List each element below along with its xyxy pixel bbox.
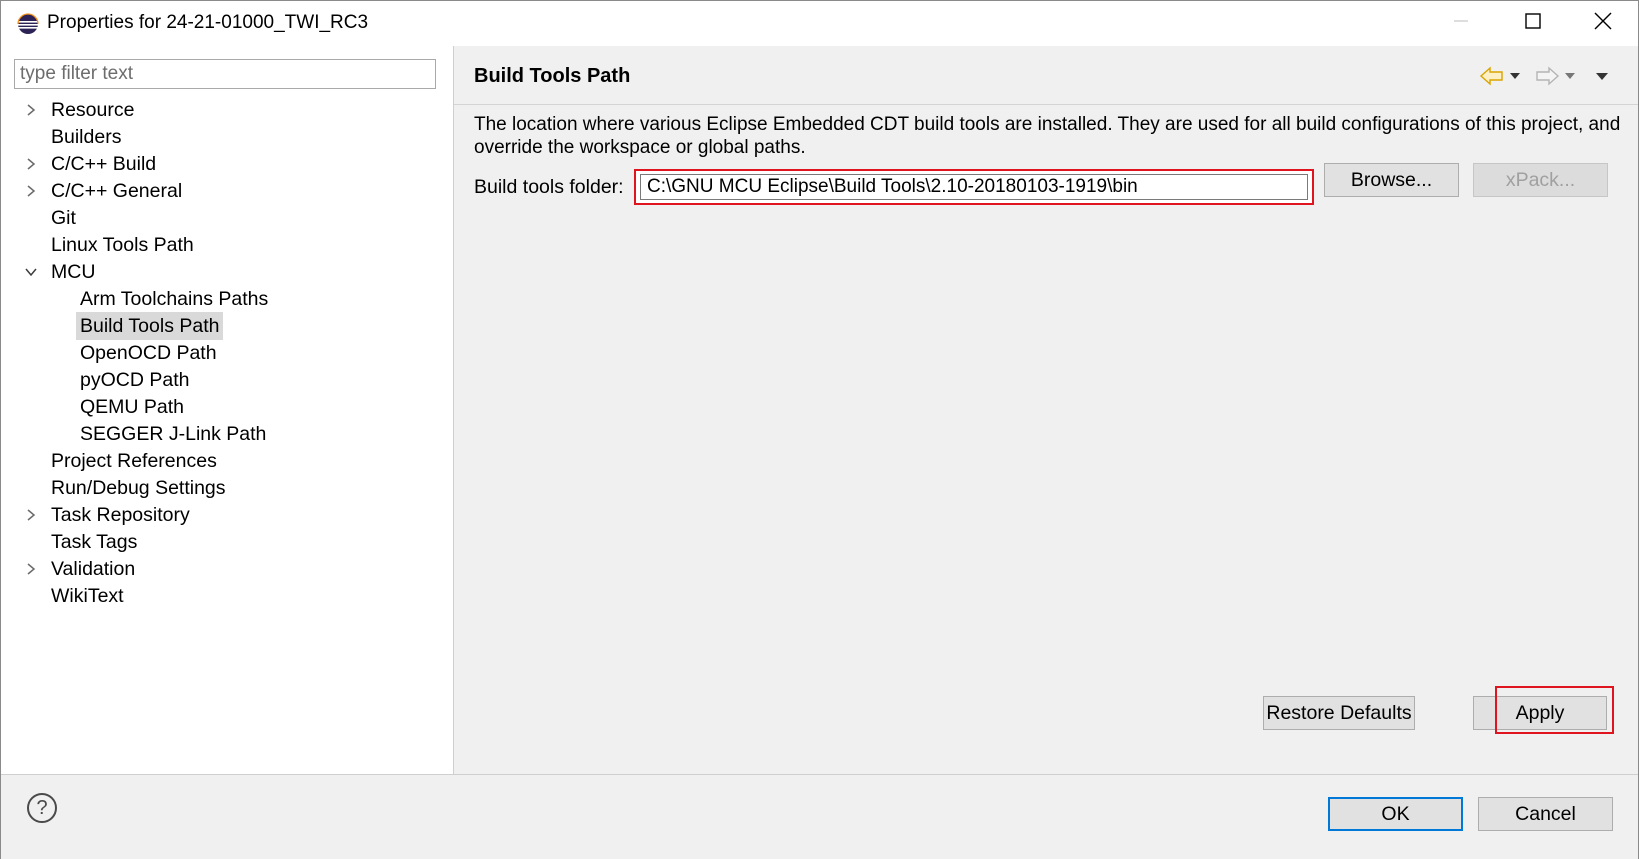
chevron-right-icon[interactable] (21, 150, 41, 178)
tree-item-qemu-path[interactable]: QEMU Path (76, 393, 188, 421)
tree-item-build-tools-path[interactable]: Build Tools Path (76, 312, 224, 340)
tree-item-label: Task Tags (51, 531, 138, 553)
page-description: The location where various Eclipse Embed… (474, 114, 1621, 158)
tree-item-mcu[interactable]: MCU (25, 258, 99, 286)
tree-item-label: OpenOCD Path (80, 342, 217, 364)
apply-highlight-box (1495, 686, 1614, 734)
view-menu-icon[interactable] (1595, 64, 1609, 88)
tree-item-task-tags[interactable]: Task Tags (47, 528, 141, 556)
tree-item-label: Task Repository (51, 504, 190, 526)
tree-item-label: pyOCD Path (80, 369, 190, 391)
tree-item-segger-jlink-path[interactable]: SEGGER J-Link Path (76, 420, 270, 448)
tree-item-resource[interactable]: Resource (27, 96, 138, 124)
forward-dropdown-icon[interactable] (1564, 64, 1576, 88)
tree-item-cpp-build[interactable]: C/C++ Build (27, 150, 160, 178)
forward-arrow-icon[interactable] (1534, 64, 1560, 88)
tree-item-label: Validation (51, 558, 136, 580)
restore-defaults-button[interactable]: Restore Defaults (1263, 696, 1415, 730)
tree-item-label: Run/Debug Settings (51, 477, 226, 499)
maximize-icon (1525, 12, 1541, 34)
navigation-pane: Resource Builders C/C++ Build C/C++ Gene… (1, 46, 454, 774)
page-header: Build Tools Path (454, 46, 1638, 105)
tree-item-label: Project References (51, 450, 217, 472)
tree-item-label: Builders (51, 126, 122, 148)
tree-item-validation[interactable]: Validation (27, 555, 139, 583)
minimize-icon (1453, 13, 1469, 34)
build-tools-folder-input[interactable] (640, 174, 1308, 200)
tree-item-label: Linux Tools Path (51, 234, 194, 256)
highlight-box (634, 169, 1314, 205)
tree-item-label: MCU (51, 261, 96, 283)
xpack-button[interactable]: xPack... (1473, 163, 1608, 197)
page-title: Build Tools Path (474, 65, 631, 87)
help-icon[interactable]: ? (27, 793, 57, 823)
back-dropdown-icon[interactable] (1509, 64, 1521, 88)
chevron-right-icon[interactable] (21, 177, 41, 205)
close-button[interactable] (1575, 1, 1631, 45)
property-page: Build Tools Path The location where vari… (454, 46, 1638, 774)
build-tools-folder-label: Build tools folder: (474, 176, 624, 198)
window-title: Properties for 24-21-01000_TWI_RC3 (47, 12, 369, 33)
chevron-down-icon[interactable] (21, 258, 41, 286)
tree-item-project-references[interactable]: Project References (47, 447, 221, 475)
tree-item-builders[interactable]: Builders (47, 123, 125, 151)
tree-item-pyocd-path[interactable]: pyOCD Path (76, 366, 193, 394)
tree-item-label: C/C++ Build (51, 153, 157, 175)
tree-item-linux-tools-path[interactable]: Linux Tools Path (47, 231, 198, 259)
close-icon (1594, 12, 1612, 35)
eclipse-icon (17, 13, 39, 35)
ok-button[interactable]: OK (1328, 797, 1463, 831)
tree-item-arm-toolchains-paths[interactable]: Arm Toolchains Paths (76, 285, 272, 313)
title-bar: Properties for 24-21-01000_TWI_RC3 (1, 1, 1638, 45)
browse-button[interactable]: Browse... (1324, 163, 1459, 197)
tree-item-openocd-path[interactable]: OpenOCD Path (76, 339, 221, 367)
tree-item-label: Arm Toolchains Paths (80, 288, 269, 310)
filter-input[interactable] (14, 59, 436, 89)
tree-item-git[interactable]: Git (47, 204, 80, 232)
tree-item-task-repository[interactable]: Task Repository (27, 501, 194, 529)
tree-item-wikitext[interactable]: WikiText (47, 582, 128, 610)
tree-item-label: Build Tools Path (76, 312, 224, 340)
tree-item-label: Resource (51, 99, 135, 121)
chevron-right-icon[interactable] (21, 501, 41, 529)
tree-item-label: Git (51, 207, 76, 229)
minimize-button[interactable] (1433, 1, 1489, 45)
chevron-right-icon[interactable] (21, 555, 41, 583)
tree-item-label: SEGGER J-Link Path (80, 423, 267, 445)
tree-item-run-debug-settings[interactable]: Run/Debug Settings (47, 474, 230, 502)
tree-item-label: WikiText (51, 585, 124, 607)
tree-item-cpp-general[interactable]: C/C++ General (27, 177, 186, 205)
tree-item-label: QEMU Path (80, 396, 185, 418)
maximize-button[interactable] (1505, 1, 1561, 45)
properties-dialog: Properties for 24-21-01000_TWI_RC3 Resou… (0, 0, 1639, 859)
chevron-right-icon[interactable] (21, 96, 41, 124)
back-arrow-icon[interactable] (1479, 64, 1505, 88)
cancel-button[interactable]: Cancel (1478, 797, 1613, 831)
tree-item-label: C/C++ General (51, 180, 183, 202)
